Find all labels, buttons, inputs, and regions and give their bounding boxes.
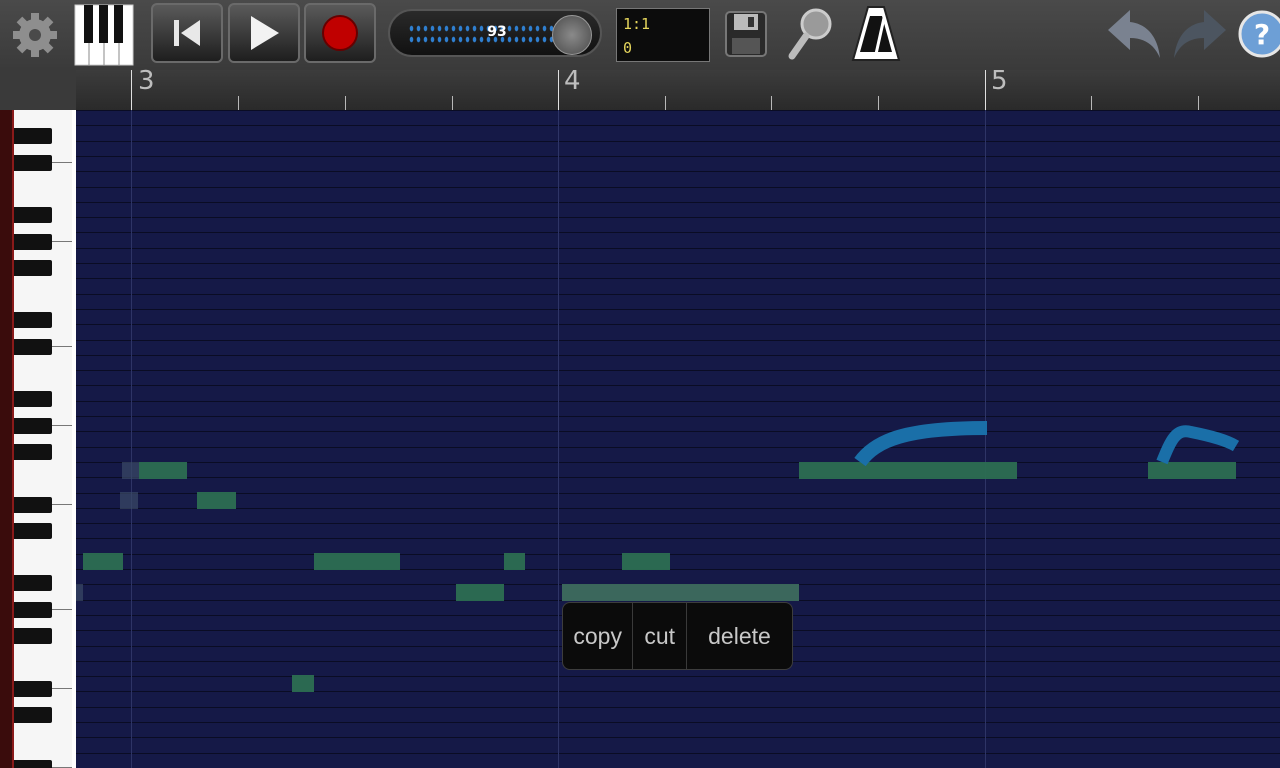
gear-icon[interactable] xyxy=(10,10,60,60)
delete-button[interactable]: delete xyxy=(687,603,792,669)
black-key[interactable] xyxy=(14,312,52,328)
redo-icon[interactable] xyxy=(1170,6,1228,62)
skip-to-start-icon xyxy=(174,20,200,46)
black-key[interactable] xyxy=(14,234,52,250)
beat-tick xyxy=(1091,96,1092,110)
bar-number-4: 4 xyxy=(564,66,581,96)
beat-tick xyxy=(345,96,346,110)
position-tick: 0 xyxy=(623,39,633,57)
tempo-slider[interactable]: 93 xyxy=(388,9,602,57)
black-key[interactable] xyxy=(14,260,52,276)
tempo-knob[interactable] xyxy=(552,15,592,55)
undo-icon[interactable] xyxy=(1106,6,1164,62)
black-key[interactable] xyxy=(14,207,52,223)
black-key[interactable] xyxy=(14,128,52,144)
bar-tick xyxy=(558,70,559,110)
position-bar-beat: 1:1 xyxy=(623,15,651,33)
save-icon[interactable] xyxy=(724,10,768,58)
zoom-icon[interactable] xyxy=(786,6,836,62)
beat-tick xyxy=(878,96,879,110)
black-key[interactable] xyxy=(14,497,52,513)
bar-number-3: 3 xyxy=(138,66,155,96)
black-key[interactable] xyxy=(14,628,52,644)
black-key[interactable] xyxy=(14,602,52,618)
beat-tick xyxy=(1198,96,1199,110)
keyboard-edge xyxy=(0,110,14,768)
metronome-icon[interactable] xyxy=(850,4,902,64)
black-key[interactable] xyxy=(14,707,52,723)
black-key[interactable] xyxy=(14,418,52,434)
beat-tick xyxy=(238,96,239,110)
piano-keyboard[interactable] xyxy=(0,110,76,768)
black-key[interactable] xyxy=(14,575,52,591)
black-key[interactable] xyxy=(14,760,52,768)
svg-text:?: ? xyxy=(1254,18,1270,51)
timeline-ruler[interactable]: 3 4 5 xyxy=(0,66,1280,111)
black-key[interactable] xyxy=(14,681,52,697)
toolbar: 93 1:1 0 ? xyxy=(0,0,1280,70)
piano-icon[interactable] xyxy=(74,4,134,66)
ruler-corner xyxy=(0,70,76,110)
play-button[interactable] xyxy=(228,3,300,63)
beat-tick xyxy=(452,96,453,110)
help-icon[interactable]: ? xyxy=(1238,8,1280,60)
cut-button[interactable]: cut xyxy=(633,603,687,669)
black-key[interactable] xyxy=(14,444,52,460)
play-icon xyxy=(251,16,279,50)
record-icon xyxy=(322,15,358,51)
note-context-menu: copy cut delete xyxy=(562,602,793,670)
record-button[interactable] xyxy=(304,3,376,63)
bar-tick xyxy=(985,70,986,110)
copy-button[interactable]: copy xyxy=(563,603,634,669)
bar-number-5: 5 xyxy=(991,66,1008,96)
position-display: 1:1 0 xyxy=(616,8,710,62)
beat-tick xyxy=(665,96,666,110)
black-key[interactable] xyxy=(14,155,52,171)
beat-tick xyxy=(771,96,772,110)
black-key[interactable] xyxy=(14,339,52,355)
black-key[interactable] xyxy=(14,391,52,407)
black-key[interactable] xyxy=(14,523,52,539)
bar-tick xyxy=(131,70,132,110)
skip-to-start-button[interactable] xyxy=(151,3,223,63)
